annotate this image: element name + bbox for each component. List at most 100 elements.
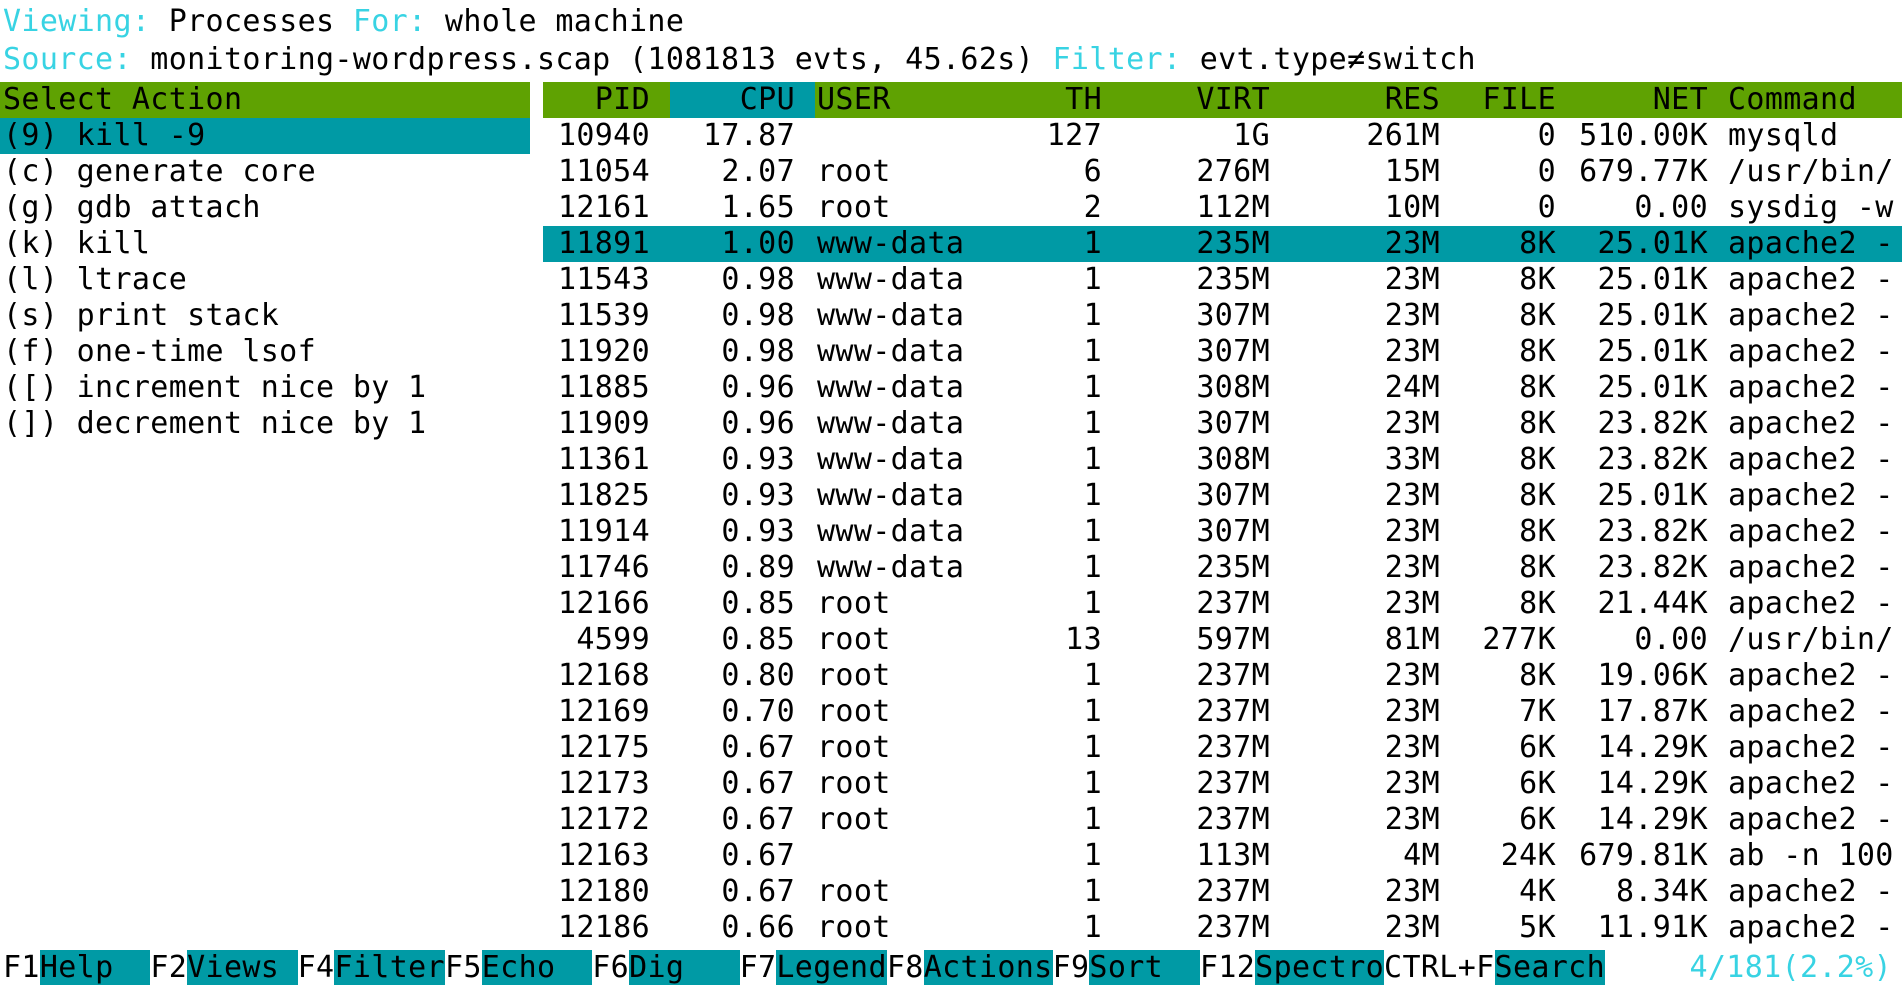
column-header-pid[interactable]: PID [543,82,650,118]
cell-res: 24M [1384,370,1440,405]
cell-command: apache2 - [1728,262,1894,297]
cell-res: 23M [1384,730,1440,765]
cell-pid: 11920 [557,334,650,369]
cell-user: www-data [817,226,965,261]
column-header-command[interactable]: Command [1728,82,1902,118]
fkey-f5[interactable]: F5 [444,950,482,985]
cell-file: 8K [1519,334,1556,369]
process-row[interactable]: 12173 0.67 root 1 237M 23M 6K 14.29K apache2 - [0,766,1902,802]
fkey-f8[interactable]: F8 [886,950,924,985]
fkey-label-dig[interactable]: Dig [629,950,740,985]
column-header-res[interactable]: RES [1310,82,1440,118]
cell-cpu: 0.67 [721,730,795,765]
fkey-f1[interactable]: F1 [3,950,40,985]
process-row[interactable]: 11054 2.07 root 6 276M 15M 0 679.77K/usr/bin/ [0,154,1902,190]
process-row[interactable]: 12175 0.67 root 1 237M 23M 6K 14.29K apache2 - [0,730,1902,766]
cell-th: 127 [1046,118,1102,153]
cell-th: 1 [1083,838,1102,873]
cell-command: apache2 - [1728,550,1894,585]
process-row[interactable]: 12180 0.67 root 1 237M 23M 4K 8.34K apache2 - [0,874,1902,910]
column-header-cpu[interactable]: CPU [665,82,795,118]
cell-pid: 11891 [557,226,650,261]
cell-res: 23M [1384,514,1440,549]
cell-net: 25.01K [1597,226,1708,261]
cell-cpu: 0.85 [721,622,795,657]
cell-command: apache2 - [1728,298,1894,333]
fkey-label-search[interactable]: Search [1494,950,1606,985]
process-row[interactable]: 12163 0.67 1 113M 4M 24K 679.81K ab -n 100 [0,838,1902,874]
cell-command: apache2 - [1728,910,1894,945]
cell-cpu: 0.93 [721,442,795,477]
process-row[interactable]: 12172 0.67 root 1 237M 23M 6K 14.29K apache2 - [0,802,1902,838]
fkey-label-actions[interactable]: Actions [923,950,1053,985]
cell-th: 1 [1083,226,1102,261]
cell-user: root [817,658,891,693]
cell-user: root [817,586,891,621]
cell-th: 1 [1083,766,1102,801]
fkey-f7[interactable]: F7 [739,950,777,985]
process-row[interactable]: 12161 1.65 root 2 112M 10M 0 0.00 sysdig -w [0,190,1902,226]
column-header-virt[interactable]: VIRT [1140,82,1270,118]
cell-th: 1 [1083,910,1102,945]
fkey-f6[interactable]: F6 [592,950,630,985]
process-row[interactable]: 12168 0.80 root 1 237M 23M 8K 19.06K apache2 - [0,658,1902,694]
fkey-label-legend[interactable]: Legend [776,950,887,985]
process-row[interactable]: 11539 0.98 www-data 1 307M 23M 8K 25.01K apache2… [0,298,1902,334]
process-row[interactable]: 4599 0.85 root 13 597M 81M 277K 0.00/usr/bin/ [0,622,1902,658]
fkey-label-echo[interactable]: Echo [481,950,593,985]
process-row[interactable]: 10940 17.87 127 1G 261M 0 510.00K mysqld [0,118,1902,154]
cell-virt: 237M [1196,730,1270,765]
fkey-f9[interactable]: F9 [1052,950,1090,985]
cell-file: 8K [1519,298,1556,333]
column-header-user[interactable]: USER [817,82,1002,118]
process-row[interactable]: 11920 0.98 www-data 1 307M 23M 8K 25.01K apache2… [0,334,1902,370]
cell-user: www-data [817,262,965,297]
cell-net: 23.82K [1597,550,1708,585]
column-header-th[interactable]: TH [1008,82,1102,118]
cell-command: apache2 - [1728,802,1894,837]
fkey-label-spectro[interactable]: Spectro [1255,950,1385,985]
cell-user: www-data [817,298,965,333]
cell-file: 7K [1519,694,1556,729]
fkey-ctrl-f[interactable]: CTRL+F [1384,950,1495,985]
cell-file: 8K [1519,478,1556,513]
fkey-label-help[interactable]: Help [39,950,151,985]
process-row[interactable]: 11891 1.00 www-data 1 235M 23M 8K 25.01K apache2… [0,226,1902,262]
process-row[interactable]: 11825 0.93 www-data 1 307M 23M 8K 25.01K apache2… [0,478,1902,514]
fkey-f4[interactable]: F4 [297,950,335,985]
cell-cpu: 0.67 [721,874,795,909]
process-row[interactable]: 12169 0.70 root 1 237M 23M 7K 17.87K apache2 - [0,694,1902,730]
fkey-label-filter[interactable]: Filter [334,950,445,985]
cell-file: 0 [1537,154,1556,189]
process-row[interactable]: 11885 0.96 www-data 1 308M 24M 8K 25.01K apache2… [0,370,1902,406]
cell-th: 1 [1083,370,1102,405]
cell-net: 25.01K [1597,478,1708,513]
process-row[interactable]: 11914 0.93 www-data 1 307M 23M 8K 23.82K apache2… [0,514,1902,550]
cell-pid: 12166 [557,586,650,621]
process-row[interactable]: 12186 0.66 root 1 237M 23M 5K 11.91K apache2 - [0,910,1902,946]
cell-virt: 237M [1196,694,1270,729]
process-row[interactable]: 11543 0.98 www-data 1 235M 23M 8K 25.01K apache2… [0,262,1902,298]
cell-virt: 307M [1196,514,1270,549]
cell-net: 679.77K [1579,154,1708,189]
cell-virt: 237M [1196,766,1270,801]
process-row[interactable]: 12166 0.85 root 1 237M 23M 8K 21.44K apache2 - [0,586,1902,622]
cell-th: 1 [1083,406,1102,441]
process-row[interactable]: 11746 0.89 www-data 1 235M 23M 8K 23.82K apache2… [0,550,1902,586]
fkey-f2[interactable]: F2 [150,950,188,985]
column-header-file[interactable]: FILE [1450,82,1556,118]
cell-res: 4M [1403,838,1440,873]
viewing-line: Viewing: Processes For: whole machine [3,4,684,40]
column-header-net[interactable]: NET [1570,82,1708,118]
cell-command: ab -n 100 [1728,838,1894,873]
cell-pid: 11539 [557,298,650,333]
cell-cpu: 0.67 [721,766,795,801]
cell-virt: 235M [1196,550,1270,585]
process-row[interactable]: 11909 0.96 www-data 1 307M 23M 8K 23.82K apache2… [0,406,1902,442]
fkey-label-views[interactable]: Views [187,950,298,985]
fkey-f12[interactable]: F12 [1199,950,1256,985]
fkey-label-sort[interactable]: Sort [1089,950,1200,985]
cell-command: apache2 - [1728,406,1894,441]
process-row[interactable]: 11361 0.93 www-data 1 308M 33M 8K 23.82K apache2… [0,442,1902,478]
cell-cpu: 0.70 [721,694,795,729]
